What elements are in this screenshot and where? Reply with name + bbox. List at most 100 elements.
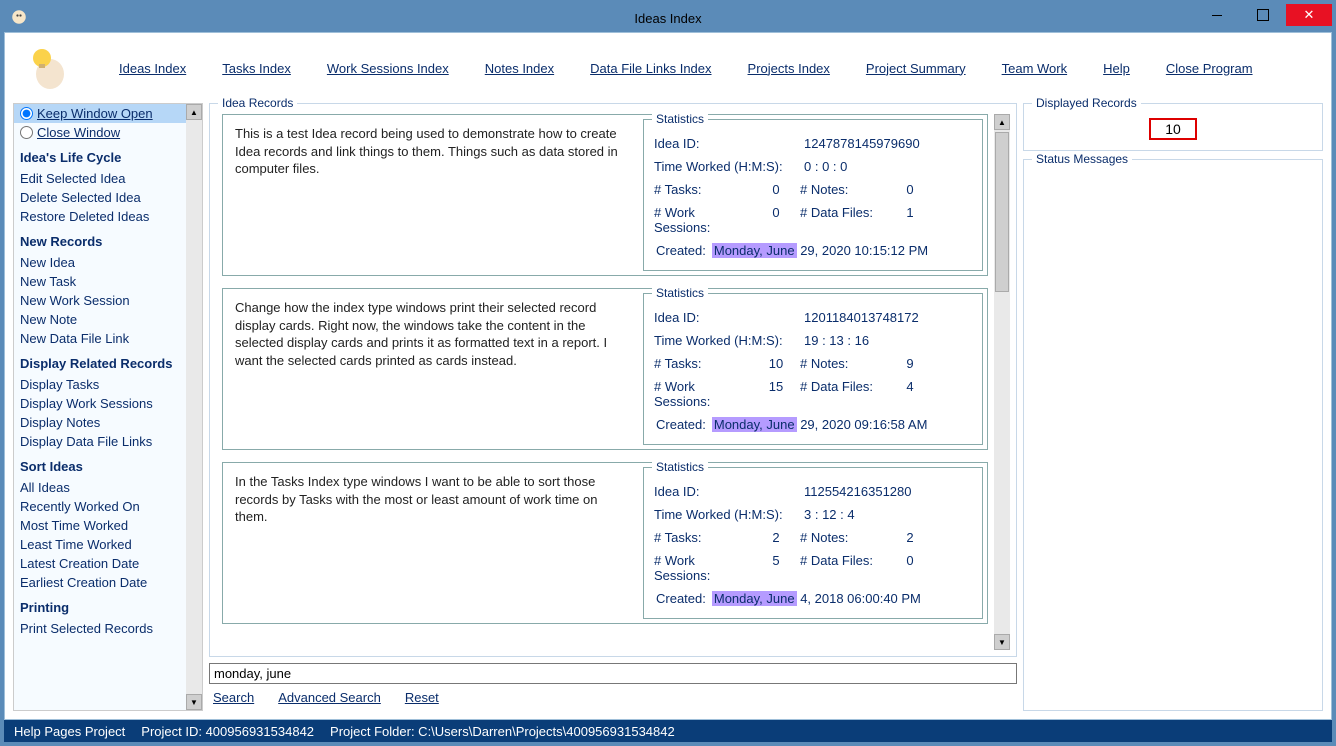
displayed-records-legend: Displayed Records bbox=[1032, 96, 1141, 110]
created-highlight: Monday, June bbox=[712, 591, 797, 606]
menu-help[interactable]: Help bbox=[1103, 61, 1130, 76]
reset-button[interactable]: Reset bbox=[405, 690, 439, 705]
radio-close-window[interactable]: Close Window bbox=[14, 123, 202, 142]
work-sessions-value: 0 bbox=[752, 205, 800, 235]
data-files-value: 4 bbox=[890, 379, 930, 409]
sidebar-print-selected-records[interactable]: Print Selected Records bbox=[14, 619, 202, 638]
work-sessions-label: # Work Sessions: bbox=[654, 379, 752, 409]
sidebar-display-work-sessions[interactable]: Display Work Sessions bbox=[14, 394, 202, 413]
work-sessions-label: # Work Sessions: bbox=[654, 205, 752, 235]
notes-label: # Notes: bbox=[800, 356, 890, 371]
menubar: Ideas Index Tasks Index Work Sessions In… bbox=[5, 33, 1331, 103]
window-title: Ideas Index bbox=[634, 11, 701, 26]
statistics-legend: Statistics bbox=[652, 286, 708, 300]
scroll-down-icon[interactable] bbox=[994, 634, 1010, 650]
statistics-legend: Statistics bbox=[652, 114, 708, 126]
radio-keep-label: Keep Window Open bbox=[37, 106, 153, 121]
menu-work-sessions-index[interactable]: Work Sessions Index bbox=[327, 61, 449, 76]
created-highlight: Monday, June bbox=[712, 243, 797, 258]
titlebar: Ideas Index bbox=[4, 4, 1332, 32]
records-scrollbar[interactable] bbox=[994, 114, 1010, 650]
idea-id-label: Idea ID: bbox=[654, 310, 804, 325]
menu-projects-index[interactable]: Projects Index bbox=[748, 61, 830, 76]
sidebar-new-idea[interactable]: New Idea bbox=[14, 253, 202, 272]
sidebar-new-work-session[interactable]: New Work Session bbox=[14, 291, 202, 310]
idea-record-card[interactable]: Change how the index type windows print … bbox=[222, 288, 988, 450]
menu-data-file-links-index[interactable]: Data File Links Index bbox=[590, 61, 711, 76]
sidebar-display-data-file-links[interactable]: Display Data File Links bbox=[14, 432, 202, 451]
sidebar-new-note[interactable]: New Note bbox=[14, 310, 202, 329]
sidebar-display-notes[interactable]: Display Notes bbox=[14, 413, 202, 432]
sidebar-display-tasks[interactable]: Display Tasks bbox=[14, 375, 202, 394]
menu-notes-index[interactable]: Notes Index bbox=[485, 61, 554, 76]
sidebar-latest-creation-date[interactable]: Latest Creation Date bbox=[14, 554, 202, 573]
tasks-label: # Tasks: bbox=[654, 356, 752, 371]
idea-id-value: 1247878145979690 bbox=[804, 136, 964, 151]
radio-close-dot[interactable] bbox=[20, 126, 33, 139]
logo-icon bbox=[23, 43, 73, 93]
status-project-folder: Project Folder: C:\Users\Darren\Projects… bbox=[330, 724, 675, 739]
sidebar-section-sort-ideas: Sort Ideas bbox=[14, 451, 202, 478]
menu-tasks-index[interactable]: Tasks Index bbox=[222, 61, 291, 76]
menu-ideas-index[interactable]: Ideas Index bbox=[119, 61, 186, 76]
time-worked-value: 3 : 12 : 4 bbox=[804, 507, 964, 522]
radio-keep-dot[interactable] bbox=[20, 107, 33, 120]
idea-id-value: 1201184013748172 bbox=[804, 310, 964, 325]
sidebar-scrollbar[interactable] bbox=[186, 104, 202, 710]
work-sessions-value: 15 bbox=[752, 379, 800, 409]
data-files-label: # Data Files: bbox=[800, 553, 890, 583]
notes-value: 9 bbox=[890, 356, 930, 371]
idea-record-card[interactable]: This is a test Idea record being used to… bbox=[222, 114, 988, 276]
window-maximize-button[interactable] bbox=[1240, 4, 1286, 26]
scroll-up-icon[interactable] bbox=[994, 114, 1010, 130]
work-sessions-value: 5 bbox=[752, 553, 800, 583]
statistics-box: Statistics Idea ID:1247878145979690 Time… bbox=[643, 119, 983, 271]
statistics-legend: Statistics bbox=[652, 460, 708, 474]
scroll-down-icon[interactable] bbox=[186, 694, 202, 710]
created-rest: 29, 2020 09:16:58 AM bbox=[797, 417, 928, 432]
sidebar-delete-selected-idea[interactable]: Delete Selected Idea bbox=[14, 188, 202, 207]
statistics-box: Statistics Idea ID:112554216351280 Time … bbox=[643, 467, 983, 619]
app-icon bbox=[10, 8, 30, 28]
idea-description: In the Tasks Index type windows I want t… bbox=[223, 463, 639, 623]
scroll-thumb[interactable] bbox=[995, 132, 1009, 292]
created-label: Created: bbox=[656, 417, 706, 432]
statusbar: Help Pages Project Project ID: 400956931… bbox=[4, 720, 1332, 742]
sidebar-restore-deleted-ideas[interactable]: Restore Deleted Ideas bbox=[14, 207, 202, 226]
search-button[interactable]: Search bbox=[213, 690, 254, 705]
data-files-value: 0 bbox=[890, 553, 930, 583]
sidebar-most-time-worked[interactable]: Most Time Worked bbox=[14, 516, 202, 535]
sidebar-earliest-creation-date[interactable]: Earliest Creation Date bbox=[14, 573, 202, 592]
sidebar-edit-selected-idea[interactable]: Edit Selected Idea bbox=[14, 169, 202, 188]
window-close-button[interactable] bbox=[1286, 4, 1332, 26]
work-sessions-label: # Work Sessions: bbox=[654, 553, 752, 583]
menu-project-summary[interactable]: Project Summary bbox=[866, 61, 966, 76]
created-rest: 29, 2020 10:15:12 PM bbox=[797, 243, 929, 258]
statistics-box: Statistics Idea ID:1201184013748172 Time… bbox=[643, 293, 983, 445]
time-worked-label: Time Worked (H:M:S): bbox=[654, 507, 804, 522]
tasks-label: # Tasks: bbox=[654, 530, 752, 545]
search-input[interactable] bbox=[209, 663, 1017, 684]
sidebar-section-life-cycle: Idea's Life Cycle bbox=[14, 142, 202, 169]
status-messages-group: Status Messages bbox=[1023, 159, 1323, 711]
sidebar-new-data-file-link[interactable]: New Data File Link bbox=[14, 329, 202, 348]
sidebar-new-task[interactable]: New Task bbox=[14, 272, 202, 291]
idea-records-legend: Idea Records bbox=[218, 96, 297, 110]
notes-label: # Notes: bbox=[800, 182, 890, 197]
created-rest: 4, 2018 06:00:40 PM bbox=[797, 591, 921, 606]
radio-keep-window-open[interactable]: Keep Window Open bbox=[14, 104, 202, 123]
sidebar-all-ideas[interactable]: All Ideas bbox=[14, 478, 202, 497]
window-minimize-button[interactable] bbox=[1194, 4, 1240, 26]
radio-close-label: Close Window bbox=[37, 125, 120, 140]
menu-close-program[interactable]: Close Program bbox=[1166, 61, 1253, 76]
time-worked-value: 19 : 13 : 16 bbox=[804, 333, 964, 348]
sidebar-least-time-worked[interactable]: Least Time Worked bbox=[14, 535, 202, 554]
time-worked-label: Time Worked (H:M:S): bbox=[654, 333, 804, 348]
idea-record-card[interactable]: In the Tasks Index type windows I want t… bbox=[222, 462, 988, 624]
tasks-value: 2 bbox=[752, 530, 800, 545]
tasks-value: 0 bbox=[752, 182, 800, 197]
menu-team-work[interactable]: Team Work bbox=[1002, 61, 1068, 76]
advanced-search-button[interactable]: Advanced Search bbox=[278, 690, 381, 705]
sidebar-recently-worked-on[interactable]: Recently Worked On bbox=[14, 497, 202, 516]
scroll-up-icon[interactable] bbox=[186, 104, 202, 120]
